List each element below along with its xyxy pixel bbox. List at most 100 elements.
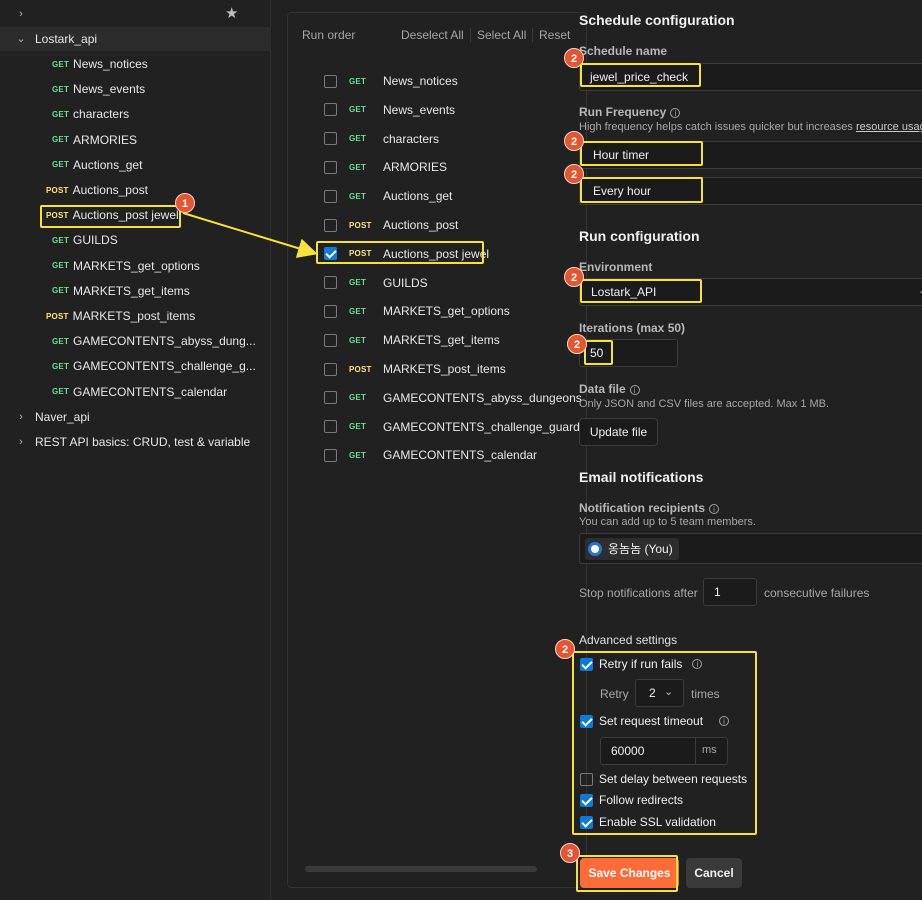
sidebar-request-item[interactable]: GET MARKETS_get_items [0, 279, 271, 303]
sidebar-request-item[interactable]: GET GAMECONTENTS_calendar [0, 380, 271, 404]
chevron-down-icon[interactable]: ⌄ [15, 33, 27, 45]
save-changes-button[interactable]: Save Changes [580, 858, 679, 888]
run-frequency-label-text: Run Frequency [579, 105, 667, 119]
sidebar-request-item[interactable]: GET News_notices [0, 52, 271, 76]
request-checkbox[interactable] [324, 132, 337, 146]
request-checkbox[interactable] [324, 448, 337, 462]
run-order-item[interactable]: GET GAMECONTENTS_calendar [324, 445, 537, 465]
request-checkbox[interactable] [324, 304, 337, 318]
environment-value: Lostark_API [591, 285, 657, 299]
method-badge: GET [52, 261, 70, 271]
email-notifications-heading: Email notifications [579, 469, 704, 485]
request-checkbox[interactable] [324, 74, 337, 88]
star-icon[interactable]: ★ [225, 4, 238, 22]
deselect-all-button[interactable]: Deselect All [401, 28, 464, 42]
reset-button[interactable]: Reset [539, 28, 570, 42]
info-icon[interactable]: i [629, 384, 640, 395]
request-checkbox[interactable] [324, 420, 337, 434]
ssl-checkbox[interactable] [580, 815, 593, 829]
delay-checkbox[interactable] [580, 772, 593, 786]
request-name: GAMECONTENTS_calendar [73, 384, 228, 399]
request-name: GAMECONTENTS_challenge_guardian [383, 419, 587, 434]
request-checkbox[interactable] [324, 247, 337, 261]
run-order-item[interactable]: POST Auctions_post jewel [324, 244, 489, 264]
iterations-input[interactable]: 50 [579, 339, 678, 367]
cancel-button[interactable]: Cancel [686, 858, 742, 888]
run-order-item[interactable]: GET ARMORIES [324, 157, 447, 177]
update-file-button[interactable]: Update file [579, 418, 658, 446]
request-checkbox[interactable] [324, 276, 337, 290]
chevron-right-icon[interactable]: › [15, 8, 27, 20]
recipients-input[interactable]: 옹놈놈 (You) [579, 533, 922, 564]
sidebar-request-item[interactable]: POST MARKETS_post_items [0, 304, 271, 328]
collection-naver-api[interactable]: › Naver_api [0, 405, 271, 429]
sidebar-request-item[interactable]: GET ARMORIES [0, 128, 271, 152]
collection-rest-api-basics[interactable]: › REST API basics: CRUD, test & variable [0, 430, 271, 454]
schedule-name-input[interactable]: jewel_price_check [579, 63, 922, 91]
retry-count-value: 2 [649, 686, 656, 700]
ssl-checkbox-row[interactable]: Enable SSL validation [580, 815, 716, 829]
timeout-checkbox-row[interactable]: Set request timeout i [580, 714, 730, 728]
retry-checkbox[interactable] [580, 657, 593, 671]
request-checkbox[interactable] [324, 103, 337, 117]
run-order-item[interactable]: GET characters [324, 129, 439, 149]
sidebar-request-item[interactable]: GET Auctions_get [0, 153, 271, 177]
method-badge: GET [52, 235, 70, 245]
sidebar-request-item[interactable]: GET characters [0, 102, 271, 126]
collection-lostark-api[interactable]: ⌄ Lostark_api [0, 27, 271, 51]
collection-name: Naver_api [35, 410, 90, 424]
timeout-value: 60000 [611, 744, 645, 758]
sidebar-request-item[interactable]: POST Auctions_post jewel [0, 203, 271, 227]
run-order-item[interactable]: GET GAMECONTENTS_abyss_dungeons [324, 388, 582, 408]
run-order-item[interactable]: POST Auctions_post [324, 215, 458, 235]
info-icon[interactable]: i [719, 716, 730, 726]
collection-row-collapsed[interactable]: › ★ [0, 2, 271, 26]
run-order-item[interactable]: GET MARKETS_get_items [324, 330, 500, 350]
sidebar-request-item[interactable]: GET GAMECONTENTS_abyss_dung... [0, 329, 271, 353]
sidebar-request-item[interactable]: GET News_events [0, 77, 271, 101]
sidebar-request-item[interactable]: GET GAMECONTENTS_challenge_g... [0, 354, 271, 378]
delay-checkbox-row[interactable]: Set delay between requests [580, 772, 747, 786]
run-order-item[interactable]: GET GUILDS [324, 273, 428, 293]
schedule-name-label: Schedule name [579, 44, 668, 58]
redirects-checkbox-row[interactable]: Follow redirects [580, 793, 683, 807]
request-name: ARMORIES [383, 160, 448, 175]
sidebar-request-item[interactable]: GET GUILDS [0, 228, 271, 252]
request-name: MARKETS_get_items [383, 333, 500, 348]
stop-notifications-input[interactable]: 1 [703, 578, 757, 606]
recipients-label-text: Notification recipients [579, 501, 706, 515]
request-checkbox[interactable] [324, 160, 337, 174]
horizontal-scrollbar[interactable] [305, 866, 537, 872]
recipient-chip[interactable]: 옹놈놈 (You) [585, 537, 679, 560]
environment-select[interactable]: Lostark_API ⌄ [579, 278, 922, 306]
info-icon[interactable]: i [670, 107, 681, 118]
resource-usage-link[interactable]: resource usage [856, 121, 922, 133]
timeout-checkbox[interactable] [580, 714, 593, 728]
retry-checkbox-row[interactable]: Retry if run fails i [580, 657, 703, 671]
run-order-item[interactable]: GET Auctions_get [324, 186, 452, 206]
request-checkbox[interactable] [324, 391, 337, 405]
divider [532, 28, 533, 42]
request-checkbox[interactable] [324, 189, 337, 203]
chevron-right-icon[interactable]: › [15, 436, 27, 448]
run-order-item[interactable]: GET GAMECONTENTS_challenge_guardian [324, 417, 587, 437]
run-order-item[interactable]: GET News_notices [324, 71, 458, 91]
info-icon[interactable]: i [692, 659, 703, 669]
divider [470, 28, 471, 42]
frequency-interval-select[interactable]: Every hour [579, 177, 922, 205]
sidebar-request-item[interactable]: GET MARKETS_get_options [0, 254, 271, 278]
request-checkbox[interactable] [324, 218, 337, 232]
redirects-checkbox[interactable] [580, 793, 593, 807]
request-checkbox[interactable] [324, 362, 337, 376]
run-order-item[interactable]: POST MARKETS_post_items [324, 359, 506, 379]
timeout-input[interactable]: 60000 ms [600, 737, 728, 765]
sidebar-request-item[interactable]: POST Auctions_post [0, 178, 271, 202]
info-icon[interactable]: i [709, 503, 720, 514]
run-order-item[interactable]: GET MARKETS_get_options [324, 301, 510, 321]
run-order-item[interactable]: GET News_events [324, 100, 455, 120]
frequency-type-select[interactable]: Hour timer [579, 141, 922, 169]
retry-count-select[interactable]: 2 ⌄ [635, 679, 684, 707]
chevron-right-icon[interactable]: › [15, 411, 27, 423]
request-checkbox[interactable] [324, 333, 337, 347]
select-all-button[interactable]: Select All [477, 28, 526, 42]
